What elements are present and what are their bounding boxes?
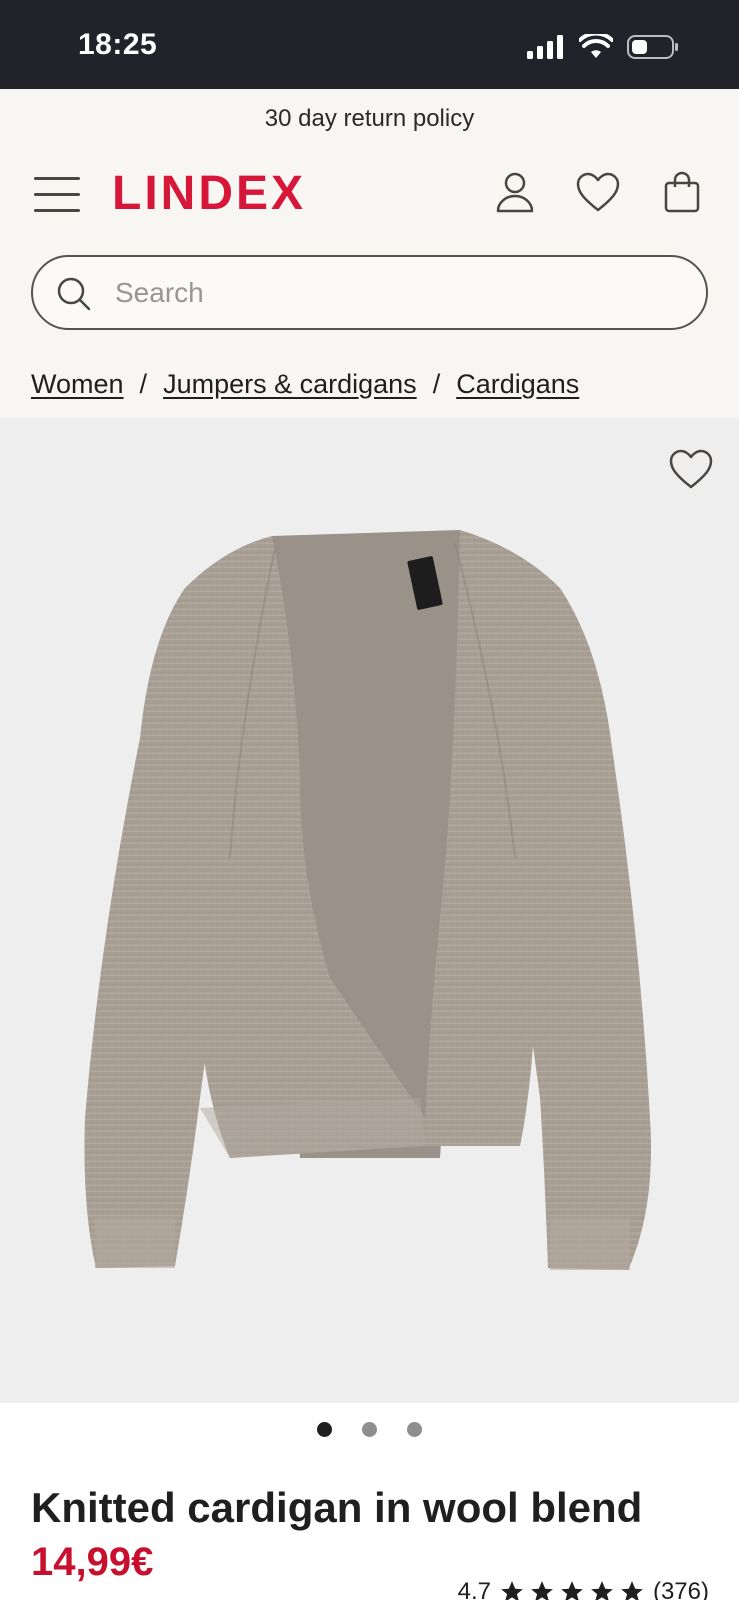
- product-title: Knitted cardigan in wool blend: [31, 1484, 643, 1531]
- product-rating[interactable]: 4.7 (376): [458, 1578, 709, 1600]
- promo-banner: 30 day return policy: [264, 105, 475, 132]
- wifi-icon: [579, 34, 613, 58]
- status-icons: [527, 34, 679, 60]
- star-icon: [531, 1581, 553, 1600]
- star-icon: [591, 1581, 613, 1600]
- rating-stars: [499, 1579, 645, 1600]
- carousel-dot-3[interactable]: [407, 1422, 422, 1437]
- product-price: 14,99€: [31, 1540, 154, 1584]
- status-time: 18:25: [78, 28, 158, 61]
- status-bar: 18:25: [0, 0, 739, 89]
- battery-icon: [627, 35, 678, 59]
- search-input[interactable]: [115, 267, 675, 319]
- rating-value: 4.7: [457, 1578, 491, 1600]
- star-icon: [501, 1581, 523, 1600]
- menu-icon-bar: [34, 209, 80, 212]
- breadcrumb-cardigans[interactable]: Cardigans: [456, 369, 579, 400]
- search-icon: [57, 277, 91, 311]
- carousel-dot-1[interactable]: [317, 1422, 332, 1437]
- menu-icon-bar: [34, 193, 80, 196]
- carousel-dot-2[interactable]: [362, 1422, 377, 1437]
- lindex-logo[interactable]: LINDEX: [112, 167, 312, 217]
- site-header: 30 day return policy LINDEX Women / Jump…: [0, 89, 739, 418]
- image-carousel-dots: [0, 1422, 739, 1437]
- review-count: (376): [652, 1578, 709, 1600]
- signal-icon: [527, 35, 563, 59]
- star-icon: [621, 1581, 643, 1600]
- breadcrumb-women[interactable]: Women: [31, 369, 124, 400]
- breadcrumb-separator: /: [432, 369, 441, 399]
- product-photo-cardigan: [84, 530, 652, 1270]
- wishlist-heart-icon[interactable]: [574, 169, 622, 217]
- product-image-gallery[interactable]: [0, 418, 739, 1403]
- breadcrumb-separator: /: [139, 369, 148, 399]
- menu-button[interactable]: [34, 175, 80, 215]
- menu-icon: [34, 177, 80, 180]
- breadcrumb: Women / Jumpers & cardigans / Cardigans: [31, 369, 579, 400]
- favorite-heart-icon[interactable]: [667, 446, 715, 494]
- star-icon: [561, 1581, 583, 1600]
- breadcrumb-jumpers-cardigans[interactable]: Jumpers & cardigans: [163, 369, 417, 400]
- account-icon[interactable]: [491, 169, 539, 217]
- search-bar[interactable]: [31, 255, 708, 330]
- shopping-bag-icon[interactable]: [658, 169, 706, 217]
- svg-text:LINDEX: LINDEX: [112, 167, 306, 217]
